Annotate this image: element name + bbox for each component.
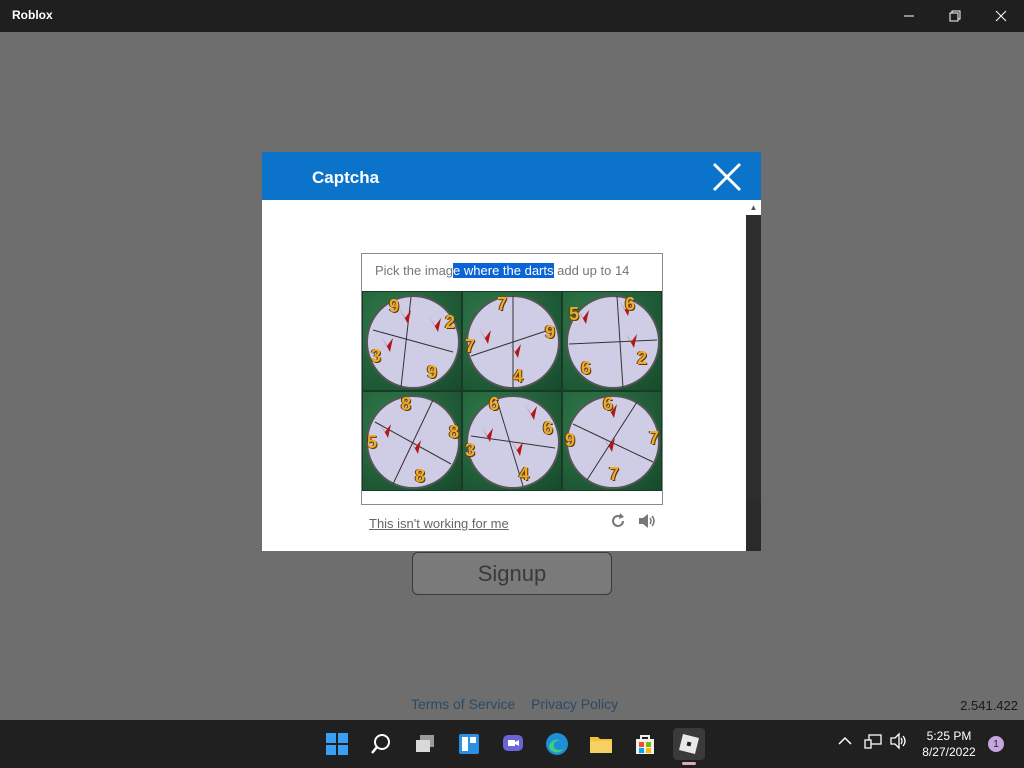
dart-number: 5 <box>367 432 378 452</box>
windows-start-icon[interactable] <box>321 728 353 760</box>
active-app-indicator <box>682 762 696 765</box>
dart-number: 4 <box>519 464 530 484</box>
dart-number: 2 <box>637 348 648 368</box>
store-icon[interactable] <box>629 728 661 760</box>
dart-number: 9 <box>427 362 438 382</box>
widgets-icon[interactable] <box>453 728 485 760</box>
window-close-button[interactable] <box>978 0 1024 32</box>
dart-number: 9 <box>545 322 556 342</box>
dart-number: 7 <box>497 294 508 314</box>
dart-number: 6 <box>543 418 554 438</box>
clock-date: 8/27/2022 <box>922 745 976 759</box>
restore-button[interactable] <box>932 0 978 32</box>
dart-number: 7 <box>609 464 620 484</box>
refresh-icon <box>612 513 624 527</box>
search-icon[interactable] <box>365 728 397 760</box>
refresh-button[interactable] <box>609 512 627 530</box>
captcha-title: Captcha <box>312 168 380 187</box>
restore-icon <box>949 10 961 22</box>
captcha-tile-4[interactable]: 8 5 8 8 <box>362 391 462 491</box>
dart-number: 6 <box>581 358 592 378</box>
scroll-track[interactable] <box>746 215 761 501</box>
close-icon <box>995 10 1007 22</box>
dart-number: 3 <box>371 346 382 366</box>
captcha-prompt: Pick the image where the darts add up to… <box>362 254 662 291</box>
privacy-policy-link[interactable]: Privacy Policy <box>531 696 618 712</box>
captcha-challenge: Pick the image where the darts add up to… <box>361 253 663 505</box>
edge-icon[interactable] <box>541 728 573 760</box>
volume-icon[interactable] <box>890 732 908 753</box>
captcha-tile-5[interactable]: 6 3 6 4 <box>462 391 562 491</box>
dart-number: 8 <box>401 394 412 414</box>
dart-number: 4 <box>513 366 524 386</box>
file-explorer-icon[interactable] <box>585 728 617 760</box>
task-view-icon[interactable] <box>409 728 441 760</box>
window-title: Roblox <box>12 8 53 22</box>
dart-number: 9 <box>389 296 400 316</box>
captcha-modal: Captcha Pick the image where the darts a… <box>262 152 761 551</box>
audio-button[interactable] <box>637 512 657 530</box>
windows-taskbar: 5:25 PM 8/27/2022 1 <box>0 720 1024 768</box>
captcha-header: Captcha <box>262 152 761 200</box>
dart-number: 7 <box>465 336 476 356</box>
show-hidden-icons-icon[interactable] <box>838 734 852 749</box>
network-icon[interactable] <box>864 732 882 753</box>
terms-of-service-link[interactable]: Terms of Service <box>411 696 515 712</box>
dartboard-image <box>366 295 460 389</box>
dart-number: 5 <box>569 304 580 324</box>
captcha-scrollbar[interactable]: ▲ <box>746 200 761 551</box>
captcha-tile-1[interactable]: 9 2 3 9 <box>362 291 462 391</box>
roblox-icon[interactable] <box>673 728 705 760</box>
prompt-text-start: Pick the imag <box>375 263 454 278</box>
system-clock[interactable]: 5:25 PM 8/27/2022 <box>916 728 982 760</box>
window-title-bar: Roblox <box>0 0 1024 32</box>
version-label: 2.541.422 <box>960 698 1018 713</box>
captcha-tile-6[interactable]: 6 9 7 7 <box>562 391 662 491</box>
captcha-image-grid: 9 2 3 9 7 7 9 4 5 6 6 2 8 5 8 8 6 3 6 4 … <box>362 291 662 491</box>
dart-number: 8 <box>415 466 426 486</box>
minimize-icon <box>904 15 914 17</box>
signup-button[interactable]: Signup <box>412 552 612 595</box>
dart-number: 7 <box>649 428 660 448</box>
dart-number: 9 <box>565 430 576 450</box>
captcha-body: Pick the image where the darts add up to… <box>262 200 746 551</box>
notification-badge[interactable]: 1 <box>988 736 1004 752</box>
scroll-up-arrow-icon[interactable]: ▲ <box>746 200 761 215</box>
minimize-button[interactable] <box>886 0 932 32</box>
close-icon <box>712 162 742 192</box>
dartboard-image <box>366 395 460 489</box>
prompt-text-end: add up to 14 <box>553 263 630 278</box>
dartboard-image <box>466 395 560 489</box>
dart-number: 6 <box>489 394 500 414</box>
speaker-icon <box>639 514 655 528</box>
dart-number: 6 <box>603 394 614 414</box>
captcha-tile-3[interactable]: 5 6 6 2 <box>562 291 662 391</box>
prompt-text-selected: e where the darts <box>453 263 554 278</box>
dart-number: 2 <box>445 312 456 332</box>
chat-icon[interactable] <box>497 728 529 760</box>
not-working-link[interactable]: This isn't working for me <box>369 516 509 531</box>
dart-number: 6 <box>625 294 636 314</box>
scroll-thumb[interactable] <box>746 501 761 551</box>
captcha-close-button[interactable] <box>710 160 744 194</box>
clock-time: 5:25 PM <box>926 729 972 743</box>
dart-number: 8 <box>449 422 460 442</box>
captcha-tile-2[interactable]: 7 7 9 4 <box>462 291 562 391</box>
dart-number: 3 <box>465 440 476 460</box>
